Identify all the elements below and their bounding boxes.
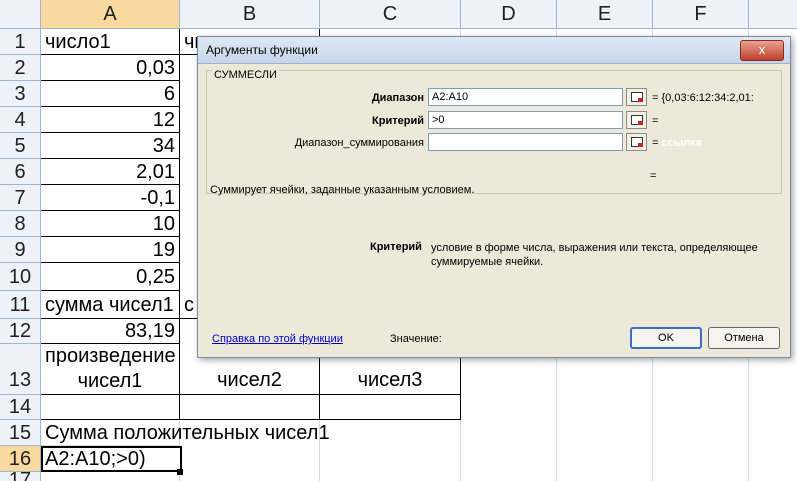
column-header-e[interactable]: E	[557, 0, 653, 29]
arg-help-text: условие в форме числа, выражения или тек…	[431, 242, 758, 268]
row-header-5[interactable]: 5	[0, 133, 41, 159]
cell-a8[interactable]: 10	[41, 211, 180, 237]
row-header-1[interactable]: 1	[0, 29, 41, 55]
close-icon: x	[758, 42, 766, 57]
row-header-6[interactable]: 6	[0, 159, 41, 185]
row-header-8[interactable]: 8	[0, 211, 41, 237]
cell-a1[interactable]: число1	[41, 29, 180, 55]
row-header-4[interactable]: 4	[0, 107, 41, 133]
cell-a4[interactable]: 12	[41, 107, 180, 133]
row-header-17[interactable]: 17	[0, 472, 41, 481]
cell-a17[interactable]	[41, 472, 180, 481]
row-header-14[interactable]: 14	[0, 395, 41, 420]
cell-a16[interactable]: A2:A10;>0)	[41, 446, 182, 472]
row-header-10[interactable]: 10	[0, 263, 41, 291]
collapse-arrow-icon	[638, 98, 643, 102]
arg-label-sum-range: Диапазон_суммирования	[294, 137, 424, 149]
help-link[interactable]: Справка по этой функции	[212, 333, 343, 345]
function-description: Суммирует ячейки, заданные указанным усл…	[210, 184, 475, 196]
cancel-button[interactable]: Отмена	[708, 327, 780, 349]
sum-range-input[interactable]	[428, 133, 623, 151]
function-name: СУММЕСЛИ	[212, 69, 279, 81]
dialog-titlebar[interactable]: Аргументы функции x	[198, 37, 790, 64]
select-all-corner[interactable]	[0, 0, 41, 29]
fill-handle[interactable]	[177, 469, 183, 475]
row-header-7[interactable]: 7	[0, 185, 41, 211]
row-header-3[interactable]: 3	[0, 81, 41, 107]
ok-button[interactable]: OK	[630, 327, 702, 349]
arg-label-criteria: Критерий	[372, 115, 424, 127]
cell-a13[interactable]: произведение чисел1	[41, 344, 180, 395]
sum-range-collapse-button[interactable]	[626, 133, 647, 151]
cell-a2[interactable]: 0,03	[41, 55, 180, 81]
row-header-15[interactable]: 15	[0, 420, 41, 446]
dialog-title: Аргументы функции	[206, 43, 318, 57]
criteria-collapse-button[interactable]	[626, 111, 647, 129]
column-header-b[interactable]: B	[180, 0, 320, 29]
row-header-9[interactable]: 9	[0, 237, 41, 263]
function-result: =	[650, 170, 657, 182]
column-header-c[interactable]: C	[320, 0, 461, 29]
cell-c14[interactable]	[320, 395, 461, 420]
cell-a10[interactable]: 0,25	[41, 263, 180, 291]
column-header-f[interactable]: F	[653, 0, 749, 29]
row-header-11[interactable]: 11	[0, 291, 41, 319]
cell-a6[interactable]: 2,01	[41, 159, 180, 185]
cell-a14[interactable]	[41, 395, 180, 420]
row-header-16[interactable]: 16	[0, 446, 41, 472]
range-collapse-button[interactable]	[626, 88, 647, 106]
cell-a3[interactable]: 6	[41, 81, 180, 107]
criteria-result: =	[652, 115, 659, 127]
sum-range-result: = ссылка	[652, 137, 702, 149]
cell-a15[interactable]: Сумма положительных чисел1	[41, 420, 330, 446]
column-header-extra[interactable]	[749, 0, 797, 29]
cell-a9[interactable]: 19	[41, 237, 180, 263]
range-input[interactable]: A2:A10	[428, 88, 623, 106]
value-label: Значение:	[390, 333, 442, 345]
collapse-arrow-icon	[638, 121, 643, 125]
cell-a5[interactable]: 34	[41, 133, 180, 159]
criteria-input[interactable]: >0	[428, 111, 623, 129]
sum-range-equals: =	[652, 137, 659, 149]
cell-a11[interactable]: сумма чисел1	[41, 291, 180, 319]
row-header-12[interactable]: 12	[0, 319, 41, 344]
cell-a12[interactable]: 83,19	[41, 319, 180, 344]
column-header-a[interactable]: A	[41, 0, 180, 29]
row-header-2[interactable]: 2	[0, 55, 41, 81]
collapse-arrow-icon	[638, 143, 643, 147]
arg-help-name: Критерий	[370, 241, 422, 253]
row-header-13[interactable]: 13	[0, 344, 41, 395]
cell-b14[interactable]	[180, 395, 320, 420]
close-button[interactable]: x	[740, 40, 784, 61]
column-header-d[interactable]: D	[461, 0, 557, 29]
sum-range-hint: ссылка	[661, 137, 702, 149]
range-result: = {0,03:6:12:34:2,01:	[652, 92, 754, 104]
cell-a7[interactable]: -0,1	[41, 185, 180, 211]
arg-label-range: Диапазон	[371, 92, 424, 104]
function-arguments-dialog: Аргументы функции x СУММЕСЛИ Диапазон A2…	[197, 36, 791, 358]
